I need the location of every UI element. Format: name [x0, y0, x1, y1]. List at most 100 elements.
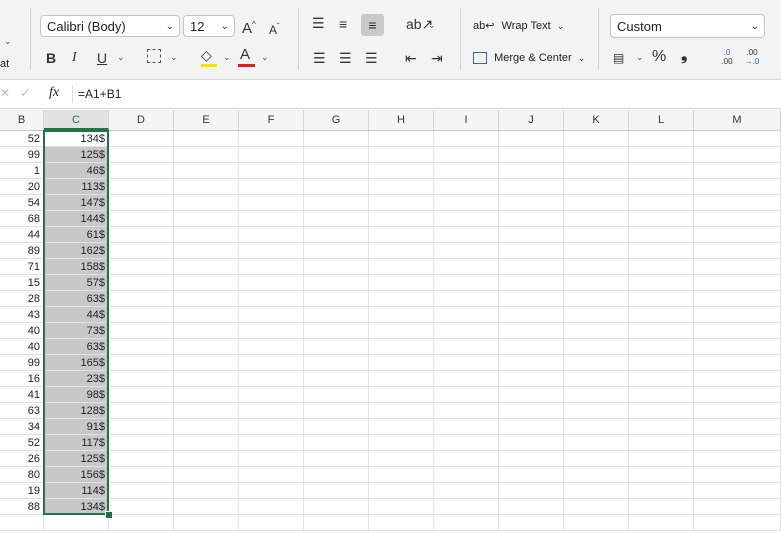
table-cell[interactable]: [304, 419, 369, 435]
table-cell[interactable]: [174, 195, 239, 211]
table-cell[interactable]: [434, 371, 499, 387]
table-cell[interactable]: [694, 179, 781, 195]
column-header-d[interactable]: D: [109, 110, 174, 130]
table-cell[interactable]: [564, 307, 629, 323]
table-cell[interactable]: [564, 147, 629, 163]
table-cell[interactable]: [694, 483, 781, 499]
table-cell[interactable]: [304, 355, 369, 371]
table-cell[interactable]: [174, 179, 239, 195]
table-cell[interactable]: [694, 307, 781, 323]
table-cell[interactable]: [564, 163, 629, 179]
font-name-select[interactable]: Calibri (Body) ⌄: [40, 15, 180, 37]
column-header-k[interactable]: K: [564, 110, 629, 130]
italic-button[interactable]: I: [72, 50, 77, 66]
table-cell[interactable]: [239, 163, 304, 179]
table-cell[interactable]: [369, 451, 434, 467]
table-cell[interactable]: [174, 147, 239, 163]
align-center-icon[interactable]: ☰: [339, 50, 352, 66]
table-cell[interactable]: [174, 259, 239, 275]
table-cell[interactable]: [564, 499, 629, 515]
decrease-font-size-button[interactable]: Aˇ: [269, 19, 280, 38]
chevron-down-icon[interactable]: ⌄: [261, 52, 269, 63]
column-header-m[interactable]: M: [694, 110, 781, 130]
table-cell[interactable]: [239, 403, 304, 419]
align-right-icon[interactable]: ☰: [365, 50, 378, 66]
table-cell[interactable]: [694, 259, 781, 275]
accounting-format-icon[interactable]: ▤: [613, 50, 624, 66]
number-format-select[interactable]: Custom ⌄: [610, 14, 765, 38]
table-cell[interactable]: [239, 467, 304, 483]
table-cell[interactable]: [629, 323, 694, 339]
cell-b-15[interactable]: 99: [0, 355, 44, 371]
align-middle-icon[interactable]: ≡: [339, 16, 347, 32]
table-cell[interactable]: [694, 131, 781, 147]
column-header-i[interactable]: I: [434, 110, 499, 130]
table-cell[interactable]: [694, 243, 781, 259]
table-cell[interactable]: [499, 147, 564, 163]
table-cell[interactable]: [499, 195, 564, 211]
table-cell[interactable]: [564, 467, 629, 483]
table-cell[interactable]: [304, 307, 369, 323]
table-cell[interactable]: [239, 499, 304, 515]
table-cell[interactable]: [499, 515, 564, 531]
table-cell[interactable]: [239, 483, 304, 499]
column-header-b[interactable]: B: [0, 110, 44, 130]
table-cell[interactable]: [694, 163, 781, 179]
table-cell[interactable]: [629, 195, 694, 211]
table-cell[interactable]: [174, 211, 239, 227]
table-cell[interactable]: [239, 179, 304, 195]
table-cell[interactable]: [109, 339, 174, 355]
table-cell[interactable]: [109, 419, 174, 435]
table-cell[interactable]: [109, 211, 174, 227]
table-cell[interactable]: [694, 419, 781, 435]
table-cell[interactable]: [109, 515, 174, 531]
table-cell[interactable]: [174, 499, 239, 515]
table-cell[interactable]: [694, 227, 781, 243]
table-cell[interactable]: [629, 435, 694, 451]
cell-b-21[interactable]: 26: [0, 451, 44, 467]
clipped-dropdown-icon[interactable]: ⌄: [4, 36, 12, 47]
table-cell[interactable]: [239, 371, 304, 387]
font-color-icon[interactable]: A: [240, 47, 250, 63]
cell-b-19[interactable]: 34: [0, 419, 44, 435]
table-cell[interactable]: [304, 179, 369, 195]
table-cell[interactable]: [304, 163, 369, 179]
table-cell[interactable]: [369, 403, 434, 419]
table-cell[interactable]: [694, 515, 781, 531]
fill-handle[interactable]: [105, 511, 113, 519]
table-cell[interactable]: [304, 147, 369, 163]
table-cell[interactable]: [109, 403, 174, 419]
table-cell[interactable]: [499, 259, 564, 275]
table-cell[interactable]: [369, 387, 434, 403]
table-cell[interactable]: [629, 163, 694, 179]
table-cell[interactable]: [499, 483, 564, 499]
table-cell[interactable]: [369, 467, 434, 483]
table-cell[interactable]: [369, 131, 434, 147]
table-cell[interactable]: [369, 211, 434, 227]
table-cell[interactable]: [434, 419, 499, 435]
table-cell[interactable]: [499, 243, 564, 259]
table-cell[interactable]: [304, 451, 369, 467]
table-cell[interactable]: [304, 195, 369, 211]
table-cell[interactable]: [629, 179, 694, 195]
table-cell[interactable]: [174, 483, 239, 499]
cell-b-2[interactable]: 99: [0, 147, 44, 163]
table-cell[interactable]: [564, 371, 629, 387]
increase-indent-icon[interactable]: ⇥: [431, 50, 443, 66]
chevron-down-icon[interactable]: ⌄: [170, 52, 178, 63]
table-cell[interactable]: [629, 339, 694, 355]
cancel-icon[interactable]: ✕: [0, 86, 10, 100]
table-cell[interactable]: [369, 419, 434, 435]
table-cell[interactable]: [499, 307, 564, 323]
table-cell[interactable]: [499, 323, 564, 339]
table-cell[interactable]: [369, 339, 434, 355]
comma-style-button[interactable]: ❟: [681, 48, 687, 64]
table-cell[interactable]: [434, 291, 499, 307]
table-cell[interactable]: [239, 291, 304, 307]
table-cell[interactable]: [564, 483, 629, 499]
table-cell[interactable]: [629, 515, 694, 531]
table-cell[interactable]: [564, 419, 629, 435]
table-cell[interactable]: [694, 499, 781, 515]
table-cell[interactable]: [499, 131, 564, 147]
table-cell[interactable]: [304, 499, 369, 515]
